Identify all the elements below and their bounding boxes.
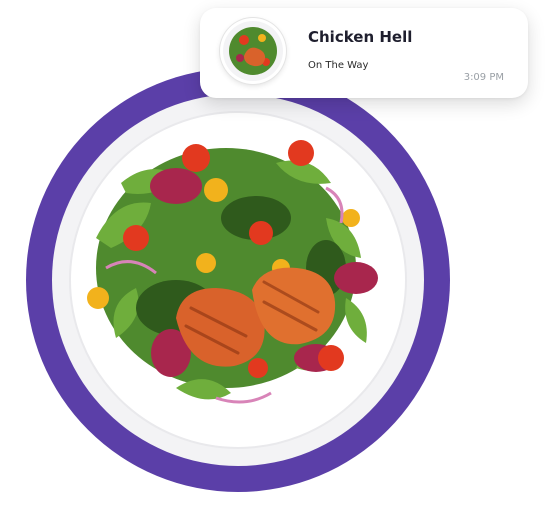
order-timestamp: 3:09 PM <box>463 72 504 83</box>
hero-plate-image <box>26 68 450 492</box>
order-notification-card[interactable]: Chicken Hell On The Way 3:09 PM <box>200 8 528 98</box>
salmon-salad-illustration <box>26 68 450 492</box>
restaurant-name: Chicken Hell <box>308 28 413 46</box>
order-status: On The Way <box>308 60 369 71</box>
salad-thumbnail-icon <box>220 18 286 84</box>
